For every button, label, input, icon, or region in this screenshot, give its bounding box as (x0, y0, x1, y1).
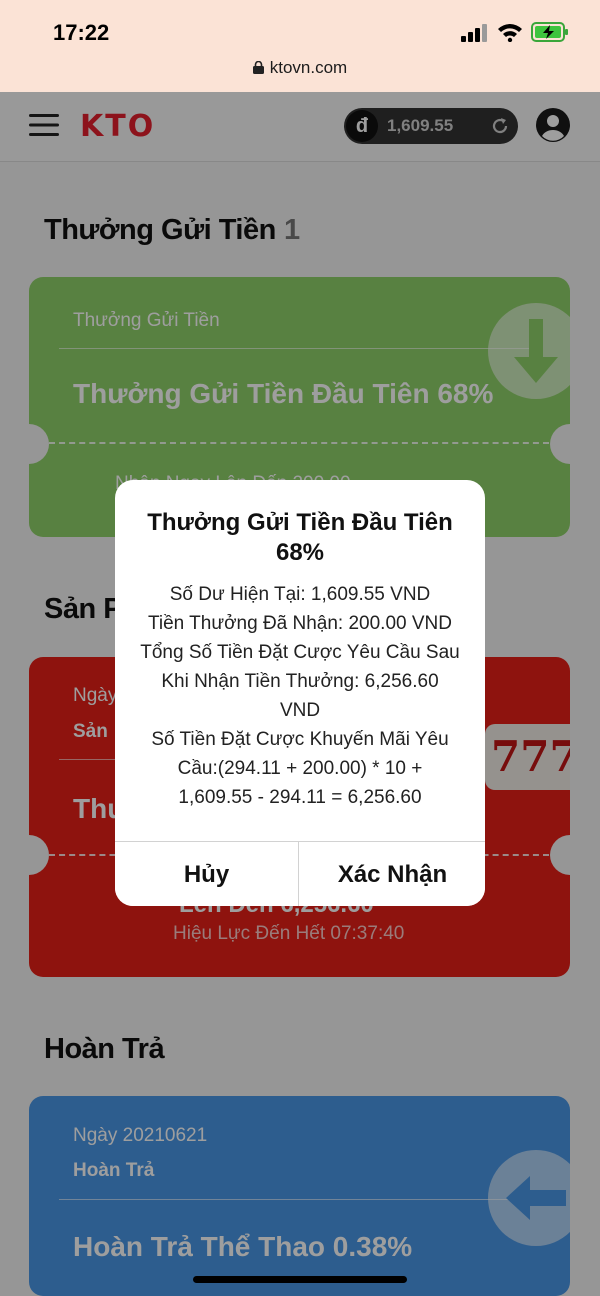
dialog-line: Cầu:(294.11 + 200.00) * 10 + (177, 758, 423, 779)
dialog-line: 1,609.55 - 294.11 = 6,256.60 (178, 787, 422, 808)
dialog-line: Số Tiền Đặt Cược Khuyến Mãi Yêu (151, 729, 449, 750)
url-text: ktovn.com (269, 58, 348, 77)
confirm-button[interactable]: Xác Nhận (300, 842, 485, 906)
home-indicator[interactable] (193, 1276, 407, 1283)
dialog-line: Tổng Số Tiền Đặt Cược Yêu Cầu Sau (140, 642, 460, 663)
dialog-line: Tiền Thưởng Đã Nhận: 200.00 VND (147, 613, 452, 634)
address-bar[interactable]: ktovn.com (0, 58, 600, 78)
dialog-line: Khi Nhận Tiền Thưởng: 6,256.60 (161, 671, 439, 692)
wifi-icon (498, 24, 522, 42)
status-bar: 17:22 ktovn.com (0, 0, 600, 92)
dialog-body: Số Dư Hiện Tại: 1,609.55 VND Tiền Thưởng… (115, 580, 485, 812)
status-time: 17:22 (53, 20, 110, 45)
signal-icon (461, 24, 487, 42)
dialog-line: Số Dư Hiện Tại: 1,609.55 VND (169, 584, 431, 605)
dialog-line: VND (279, 700, 321, 721)
dialog-actions: Hủy Xác Nhận (115, 841, 485, 906)
bonus-confirm-dialog: Thưởng Gửi Tiền Đầu Tiên 68% Số Dư Hiện … (115, 480, 485, 906)
dialog-title: Thưởng Gửi Tiền Đầu Tiên 68% (147, 509, 453, 566)
lock-icon (252, 61, 264, 74)
cancel-button[interactable]: Hủy (115, 842, 299, 906)
battery-charging-icon (531, 22, 568, 42)
